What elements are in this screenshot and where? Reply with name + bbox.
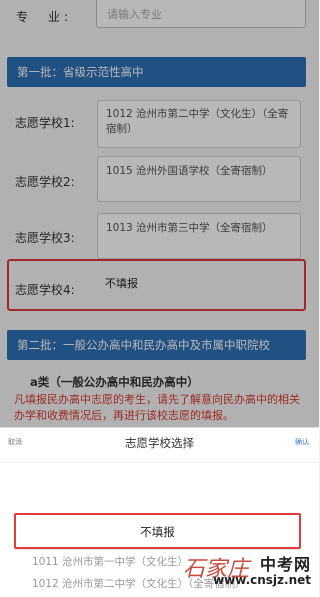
watermark-url: www.cnsjz.net <box>213 573 311 587</box>
sheet-divider <box>0 462 319 463</box>
picker-cancel-button[interactable]: 取消 <box>8 437 22 447</box>
picker-confirm-button[interactable]: 确认 <box>295 437 309 447</box>
site-watermark: 石家庄 中考网 www.cnsjz.net <box>183 551 313 591</box>
picker-selected-label: 不填报 <box>140 525 175 539</box>
modal-overlay[interactable] <box>0 0 319 427</box>
watermark-site-name: 中考网 <box>259 555 311 574</box>
picker-option[interactable]: 1011 沧州市第一中学（文化生） <box>32 554 188 569</box>
picker-selection-line-bottom <box>14 549 301 550</box>
picker-selected-option[interactable]: 不填报 <box>14 513 301 549</box>
picker-title: 志愿学校选择 <box>125 436 194 450</box>
